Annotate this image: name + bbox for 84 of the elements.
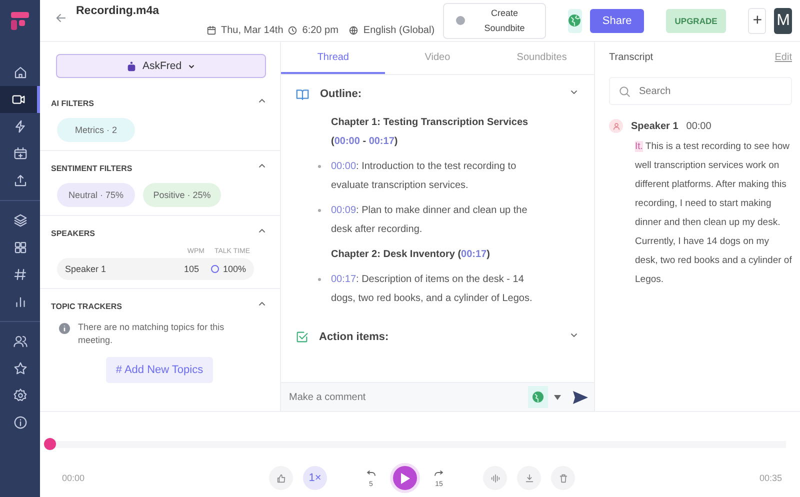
section-title: SPEAKERS [51, 228, 96, 238]
askfred-button[interactable]: AskFred [56, 54, 266, 78]
nav-item[interactable] [0, 86, 40, 113]
bullet-icon [318, 278, 321, 281]
layers-icon [12, 213, 28, 228]
trash-icon [558, 472, 568, 484]
globe-icon [348, 25, 360, 36]
info-icon [59, 323, 70, 334]
circle-icon [210, 265, 219, 273]
recording-title: Recording.m4a [76, 5, 160, 17]
thumbs-up-icon [276, 472, 286, 484]
transcript-text: It. This is a test recording to see how well transcription services work on different platforms. After making this recording, I need to start making dinner and then clean up my desk. Currently, I have 14 dogs on my desk, two red books and a cylinder of Legos. [634, 140, 792, 287]
people-icon [12, 334, 28, 349]
time-text: 6:20 pm [302, 25, 338, 36]
user-avatar[interactable]: M [774, 8, 792, 34]
filter-chip[interactable]: Metrics · 2 [57, 118, 135, 142]
talk-time-value: 100% [222, 264, 246, 274]
settings-icon [12, 388, 28, 403]
home-icon [12, 65, 28, 80]
checkbox-icon [295, 330, 309, 344]
add-topics-button[interactable]: # Add New Topics [106, 357, 214, 384]
chapter-heading: Chapter 1: Testing Transcription Services (00:00 - 00:17) [331, 116, 530, 149]
globe-icon [532, 391, 544, 403]
share-button[interactable]: Share [590, 8, 644, 32]
date-text: Thu, Mar 14th [221, 25, 284, 36]
edit-link[interactable]: Edit [774, 52, 792, 63]
hashtag-icon [12, 267, 28, 282]
globe-button[interactable] [528, 386, 548, 408]
person-icon [609, 119, 623, 133]
section-title: AI FILTERS [51, 98, 94, 108]
calendar-plus-icon [12, 146, 28, 161]
outline-item: 00:17: Description of items on the desk - 14 dogs, two red books, and a cylinder of Legos. [331, 274, 532, 304]
transcript-title: Transcript [609, 52, 654, 63]
star-icon [12, 361, 28, 376]
calendar-icon [206, 25, 217, 36]
add-button[interactable]: + [748, 8, 766, 34]
bullet-icon [318, 209, 321, 212]
play-button[interactable] [393, 466, 417, 490]
caret-icon[interactable] [554, 394, 561, 400]
progress-thumb[interactable] [44, 438, 56, 450]
bullet-icon [318, 165, 321, 168]
tab[interactable]: Thread [281, 42, 386, 74]
search-icon [618, 84, 631, 98]
send-icon[interactable] [573, 390, 588, 404]
globe-button[interactable] [568, 8, 582, 32]
waveform-icon [490, 472, 500, 484]
section-title: SENTIMENT FILTERS [51, 164, 132, 172]
waveform-button[interactable] [483, 466, 507, 490]
filter-chip[interactable]: Neutral · 75% [57, 183, 135, 207]
speaker-name: Speaker 1 [631, 120, 678, 132]
upload-icon [12, 173, 28, 188]
upgrade-button[interactable]: UPGRADE [666, 8, 726, 32]
outline-item: 00:00: Introduction to the test recording to evaluate transcription services. [331, 161, 516, 191]
wpm-value: 105 [184, 264, 199, 274]
section-title: Action items: [319, 331, 390, 343]
duration-time: 00:35 [759, 473, 782, 483]
clock-icon [287, 25, 298, 36]
download-icon [524, 472, 534, 484]
thumbs-up-button[interactable] [269, 466, 293, 490]
filter-chip[interactable]: Positive · 25% [143, 183, 221, 207]
download-button[interactable] [517, 466, 541, 490]
outline-item: 00:09: Plan to make dinner and clean up the desk after recording. [331, 205, 528, 235]
robot-icon [126, 60, 138, 72]
video-camera-icon [11, 92, 26, 107]
section-title: Outline: [320, 88, 363, 100]
speaker-name: Speaker 1 [65, 264, 108, 274]
elapsed-time: 00:00 [62, 473, 85, 483]
create-soundbite-button[interactable]: Create Soundbite [442, 2, 546, 38]
section-title: TOPIC TRACKERS [51, 302, 122, 310]
speaker-row[interactable]: Speaker 1 105 100% [57, 258, 254, 280]
info-icon [12, 415, 28, 430]
book-icon [295, 86, 310, 102]
empty-message: There are no matching topics for this meeting. [78, 321, 226, 348]
speed-button[interactable]: 1× [303, 466, 327, 490]
lightning-icon [12, 119, 28, 134]
delete-button[interactable] [551, 466, 575, 490]
tab[interactable]: Video [385, 42, 490, 74]
grid-icon [12, 240, 28, 255]
timestamp: 00:00 [686, 120, 712, 132]
play-icon [400, 472, 410, 484]
language-text: English (Global) [363, 25, 435, 36]
tab[interactable]: Soundbites [490, 42, 594, 74]
search-field[interactable]: Search [609, 77, 792, 105]
chapter-heading: Chapter 2: Desk Inventory (00:17) [331, 248, 491, 262]
